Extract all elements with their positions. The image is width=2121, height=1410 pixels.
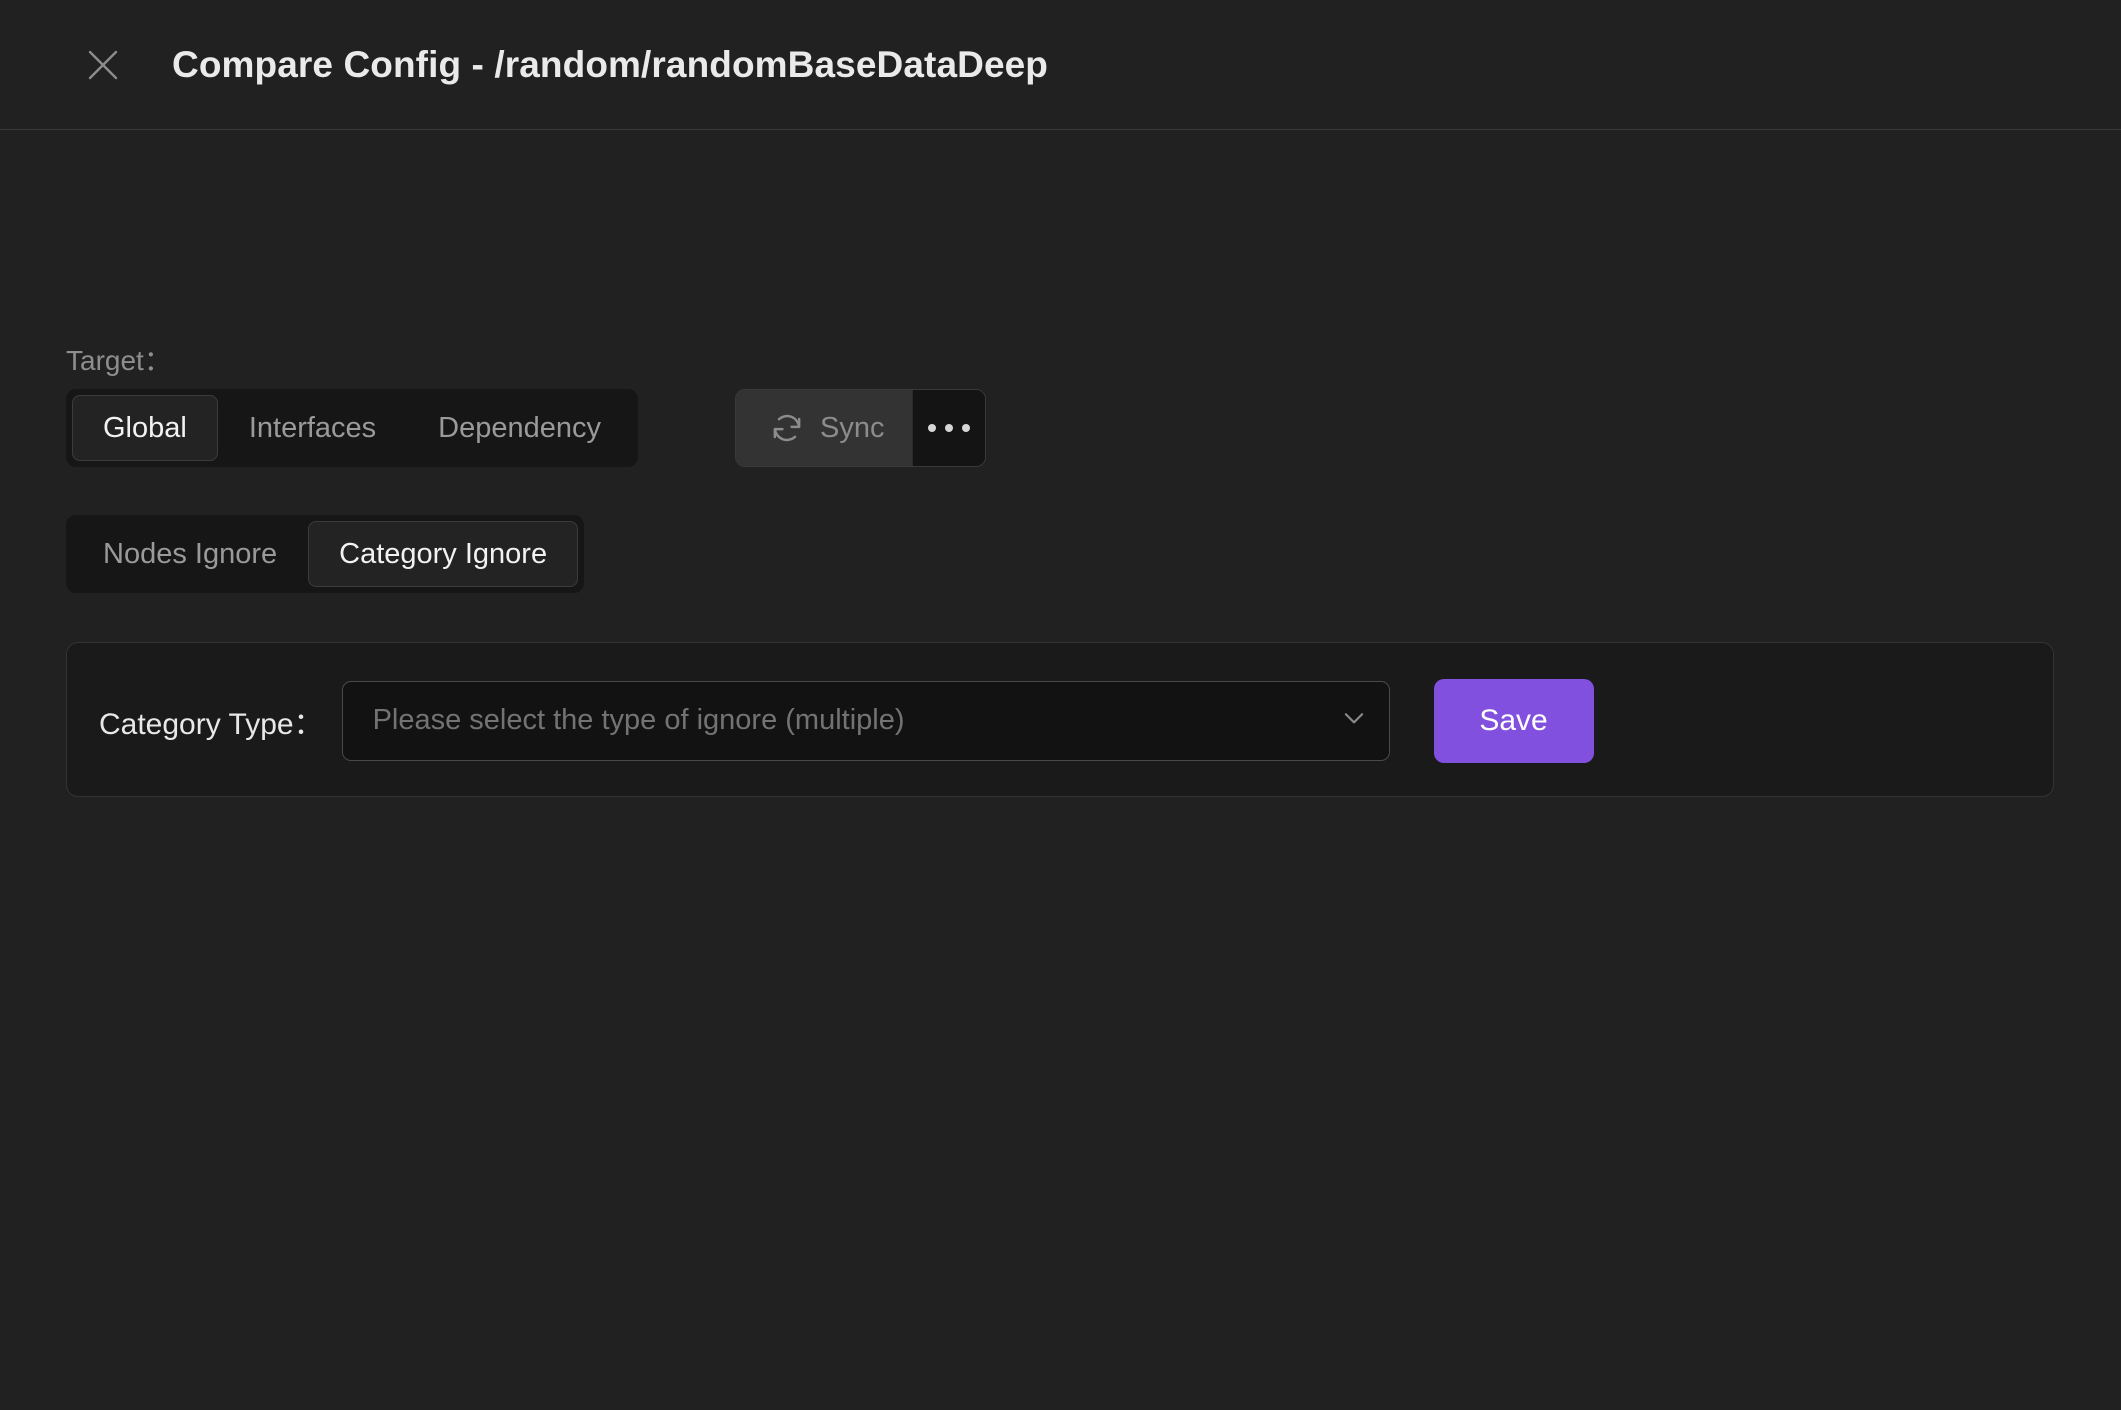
close-button[interactable]	[80, 42, 126, 88]
target-tab-group: Global Interfaces Dependency	[66, 389, 639, 467]
tab-global[interactable]: Global	[72, 395, 218, 461]
close-icon	[86, 48, 120, 82]
tab-interfaces[interactable]: Interfaces	[218, 395, 407, 461]
ellipsis-icon	[928, 424, 971, 432]
sync-button[interactable]: Sync	[736, 390, 914, 466]
sync-more-button[interactable]	[913, 390, 986, 466]
tab-category-ignore[interactable]: Category Ignore	[308, 521, 579, 587]
ignore-tab-group: Nodes Ignore Category Ignore	[66, 515, 585, 593]
sync-icon	[770, 411, 804, 445]
tab-nodes-ignore[interactable]: Nodes Ignore	[72, 521, 308, 587]
sync-label: Sync	[820, 411, 885, 444]
dialog-body: Target： Global Interfaces Dependency Syn…	[0, 130, 2121, 1410]
tab-dependency[interactable]: Dependency	[407, 395, 632, 461]
category-type-select[interactable]: Please select the type of ignore (multip…	[341, 680, 1390, 761]
save-button[interactable]: Save	[1433, 678, 1594, 763]
page-title: Compare Config - /random/randomBaseDataD…	[172, 43, 1049, 85]
category-type-placeholder: Please select the type of ignore (multip…	[372, 704, 905, 736]
chevron-down-icon	[1339, 703, 1369, 738]
dialog-header: Compare Config - /random/randomBaseDataD…	[0, 0, 2121, 130]
sync-split-button: Sync	[735, 389, 987, 467]
category-ignore-card: Category Type： Please select the type of…	[66, 642, 2054, 797]
target-label: Target：	[66, 345, 172, 376]
category-type-field-row: Category Type： Please select the type of…	[99, 643, 1594, 798]
category-type-label: Category Type：	[99, 707, 324, 741]
